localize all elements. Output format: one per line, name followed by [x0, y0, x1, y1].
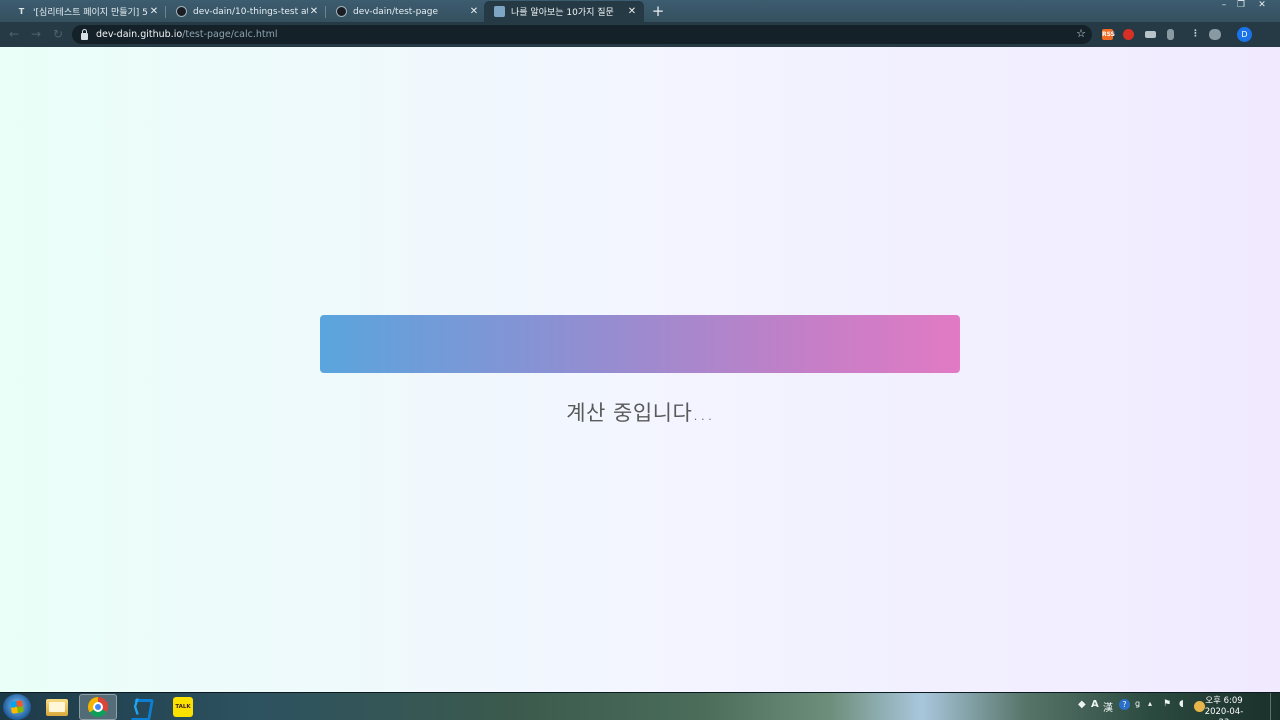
shield-extension-icon[interactable]: [1123, 29, 1134, 40]
help-tray-icon[interactable]: ?: [1119, 699, 1130, 710]
security-tray-icon[interactable]: ◆: [1078, 699, 1086, 710]
windows-taskbar: TALK ◆ A 漢 ? ǥ ▴ ⚑ ◖ 오후 6:09 2020-04-23: [0, 692, 1280, 720]
file-explorer-taskbar-button[interactable]: [38, 694, 76, 720]
tab-title: '[심리테스트 페이지 만들기] 5일: [33, 8, 148, 18]
new-tab-button[interactable]: +: [650, 2, 666, 20]
kakaotalk-icon: TALK: [173, 697, 193, 717]
tab-github-10-things[interactable]: dev-dain/10-things-test at bcc7 ✕: [166, 1, 326, 22]
close-tab-icon[interactable]: ✕: [148, 6, 160, 17]
close-tab-icon[interactable]: ✕: [468, 6, 480, 17]
chrome-icon: [88, 697, 108, 717]
page-icon: [494, 6, 505, 17]
tab-title: 나를 알아보는 10가지 질문: [511, 8, 614, 18]
url-path: /test-page/calc.html: [182, 29, 278, 40]
folder-icon: [46, 698, 68, 716]
card-extension-icon[interactable]: [1145, 31, 1156, 38]
taskbar-clock[interactable]: 오후 6:09 2020-04-23: [1200, 696, 1248, 720]
start-button[interactable]: [3, 694, 31, 720]
tab-psych-test-blog[interactable]: T '[심리테스트 페이지 만들기] 5일 ✕: [6, 1, 166, 22]
ime-a-indicator[interactable]: A: [1091, 699, 1099, 710]
rss-extension-icon[interactable]: RSS: [1102, 29, 1115, 40]
profile-avatar[interactable]: D: [1237, 27, 1252, 42]
page-viewport: 계산 중입니다...: [0, 47, 1280, 692]
flag-tray-icon[interactable]: ⚑: [1163, 699, 1171, 709]
vscode-taskbar-button[interactable]: [122, 694, 160, 720]
bookmark-star-icon[interactable]: ☆: [1076, 27, 1086, 40]
close-window-icon[interactable]: ✕: [1252, 0, 1272, 12]
browser-tab-strip: T '[심리테스트 페이지 만들기] 5일 ✕ dev-dain/10-thin…: [0, 0, 1280, 22]
show-hidden-icons-icon[interactable]: ▴: [1148, 699, 1152, 708]
ime-tray-icon[interactable]: ǥ: [1135, 699, 1140, 708]
forward-icon[interactable]: →: [28, 27, 44, 42]
vscode-icon: [131, 697, 151, 717]
clock-time: 오후 6:09: [1205, 696, 1243, 706]
tab-10-questions[interactable]: 나를 알아보는 10가지 질문 ✕: [484, 1, 644, 22]
browser-toolbar: ← → ↻ dev-dain.github.io/test-page/calc.…: [0, 22, 1280, 47]
show-desktop-button[interactable]: [1270, 693, 1280, 720]
clock-date: 2020-04-23: [1204, 707, 1244, 720]
mic-extension-icon[interactable]: [1167, 29, 1174, 40]
github-icon: [176, 6, 187, 17]
kakaotalk-taskbar-button[interactable]: TALK: [164, 694, 202, 720]
url-host: dev-dain.github.io: [96, 29, 183, 40]
chrome-taskbar-button[interactable]: [79, 694, 117, 720]
back-icon[interactable]: ←: [6, 27, 22, 42]
tab-github-test-page[interactable]: dev-dain/test-page ✕: [326, 1, 486, 22]
github-icon: [336, 6, 347, 17]
address-bar[interactable]: dev-dain.github.io/test-page/calc.html ☆: [72, 25, 1092, 44]
tab-title: dev-dain/test-page: [353, 6, 439, 17]
tistory-icon: T: [18, 7, 25, 16]
tab-title: dev-dain/10-things-test at bcc7: [193, 6, 308, 17]
info-extension-icon[interactable]: ⋮: [1190, 29, 1201, 40]
loading-text: 계산 중입니다...: [566, 401, 714, 425]
volume-tray-icon[interactable]: ◖: [1179, 699, 1184, 709]
restore-window-icon[interactable]: ❐: [1231, 0, 1251, 12]
ime-hanja-indicator[interactable]: 漢: [1103, 699, 1113, 714]
close-tab-icon[interactable]: ✕: [626, 6, 638, 17]
close-tab-icon[interactable]: ✕: [308, 6, 320, 17]
lock-icon[interactable]: [81, 28, 88, 40]
cloud-extension-icon[interactable]: [1209, 29, 1221, 40]
progress-bar: [320, 315, 960, 373]
reload-icon[interactable]: ↻: [50, 27, 66, 42]
